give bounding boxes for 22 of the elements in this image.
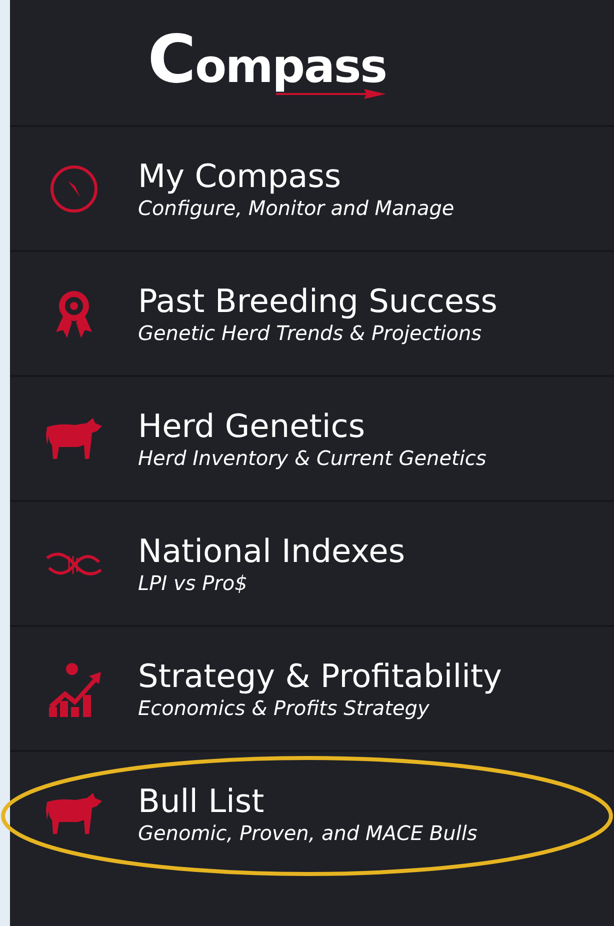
menu-item-title: Past Breeding Success bbox=[138, 281, 498, 321]
menu-item-subtitle: LPI vs Pro$ bbox=[138, 571, 248, 596]
menu-item-title: My Compass bbox=[138, 156, 342, 196]
cow-icon bbox=[45, 792, 103, 836]
menu-item[interactable]: Past Breeding Success Genetic Herd Trends & Projections bbox=[10, 250, 614, 375]
menu-item[interactable]: Bull List Genomic, Proven, and MACE Bulls bbox=[10, 750, 614, 875]
compass-icon bbox=[48, 162, 100, 214]
menu-item-subtitle: Configure, Monitor and Manage bbox=[138, 196, 454, 221]
menu-item-title: Bull List bbox=[138, 781, 266, 821]
menu-item[interactable]: My Compass Configure, Monitor and Manage bbox=[10, 125, 614, 250]
menu-item-title: Herd Genetics bbox=[138, 406, 366, 446]
menu-item[interactable]: National Indexes LPI vs Pro$ bbox=[10, 500, 614, 625]
menu-item[interactable]: Strategy & Profitability Economics & Profits Strategy bbox=[10, 625, 614, 750]
menu-item-subtitle: Genomic, Proven, and MACE Bulls bbox=[138, 821, 478, 846]
menu-item[interactable]: Herd Genetics Herd Inventory & Current Genetics bbox=[10, 375, 614, 500]
cow-icon bbox=[45, 416, 103, 460]
logo-text: Compass bbox=[148, 26, 386, 92]
menu-item-subtitle: Genetic Herd Trends & Projections bbox=[138, 321, 483, 346]
menu-item-title: Strategy & Profitability bbox=[138, 656, 502, 696]
menu-item-subtitle: Herd Inventory & Current Genetics bbox=[138, 446, 486, 471]
menu-item-title: National Indexes bbox=[138, 531, 405, 571]
menu-item-subtitle: Economics & Profits Strategy bbox=[138, 696, 430, 721]
